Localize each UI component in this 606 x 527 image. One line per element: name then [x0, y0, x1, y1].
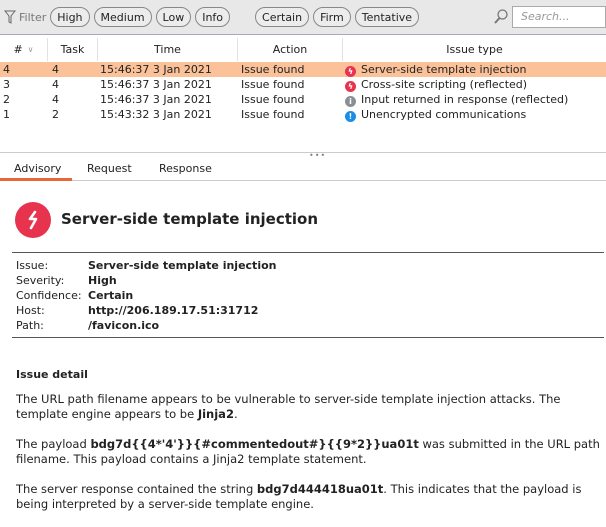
issue-detail-heading: Issue detail [16, 368, 88, 381]
row-task: 2 [52, 108, 59, 121]
row-action: Issue found [241, 78, 305, 91]
search-icon [494, 9, 508, 24]
issue-value: Server-side template injection [88, 259, 277, 272]
filter-label[interactable]: Filter [19, 11, 46, 24]
info-severity-icon: i [345, 95, 356, 107]
row-task: 4 [52, 63, 59, 76]
row-action: Issue found [241, 108, 305, 121]
row-time: 15:46:37 3 Jan 2021 [100, 63, 212, 76]
search-input[interactable]: Search... [512, 6, 606, 28]
detail-paragraph: The payload bdg7d{{4*'4'}}{#commentedout… [16, 436, 600, 467]
tab-request[interactable]: Request [87, 162, 132, 175]
row-num: 3 [3, 78, 10, 91]
host-label: Host: [16, 304, 45, 317]
severity-label: Severity: [16, 274, 65, 287]
row-issue-type: Input returned in response (reflected) [361, 92, 569, 106]
col-time[interactable]: Time [98, 38, 238, 61]
row-time: 15:46:37 3 Jan 2021 [100, 78, 212, 91]
chevron-down-icon: ∨ [27, 45, 34, 54]
issue-detail: Issue detail The URL path filename appea… [16, 367, 600, 527]
row-num: 4 [3, 63, 10, 76]
confidence-value: Certain [88, 289, 134, 302]
filter-info[interactable]: Info [195, 7, 231, 27]
col-num[interactable]: # ∨ [0, 38, 48, 61]
table-row[interactable]: 3 4 15:46:37 3 Jan 2021 Issue found ϟ Cro… [0, 77, 606, 92]
row-num: 2 [3, 93, 10, 106]
table-row[interactable]: 4 4 15:46:37 3 Jan 2021 Issue found ϟ Ser… [0, 62, 606, 77]
path-value: /favicon.ico [88, 319, 160, 332]
filter-firm[interactable]: Firm [313, 7, 351, 27]
high-severity-icon [15, 202, 51, 238]
tab-response[interactable]: Response [159, 162, 212, 175]
severity-value: High [88, 274, 117, 287]
row-issue-type: Server-side template injection [361, 62, 527, 76]
tab-advisory[interactable]: Advisory [14, 162, 61, 175]
path-label: Path: [16, 319, 44, 332]
row-action: Issue found [241, 63, 305, 76]
table-row[interactable]: 1 2 15:43:32 3 Jan 2021 Issue found ! Une… [0, 107, 606, 122]
confidence-label: Confidence: [16, 289, 82, 302]
filter-icon[interactable] [4, 10, 16, 24]
row-issue-type: Unencrypted communications [361, 107, 527, 121]
issue-label: Issue: [16, 259, 49, 272]
tab-bar: Advisory Request Response [0, 158, 606, 181]
high-severity-icon: ϟ [345, 80, 356, 92]
table-row[interactable]: 2 4 15:46:37 3 Jan 2021 Issue found i Inp… [0, 92, 606, 107]
row-time: 15:43:32 3 Jan 2021 [100, 108, 212, 121]
detail-paragraph: The URL path filename appears to be vuln… [16, 391, 561, 422]
table-header: # ∨ Task Time Action Issue type [0, 38, 606, 61]
active-tab-indicator [0, 178, 72, 181]
row-action: Issue found [241, 93, 305, 106]
row-issue-type: Cross-site scripting (reflected) [361, 77, 528, 91]
advisory-title: Server-side template injection [61, 210, 319, 228]
issue-summary: Issue: Server-side template injection Sev… [12, 252, 604, 338]
row-task: 4 [52, 93, 59, 106]
filter-high[interactable]: High [50, 7, 90, 27]
filter-tentative[interactable]: Tentative [354, 7, 420, 27]
detail-paragraph: The server response contained the string… [16, 481, 582, 512]
filter-low[interactable]: Low [155, 7, 192, 27]
filter-medium[interactable]: Medium [93, 7, 152, 27]
row-time: 15:46:37 3 Jan 2021 [100, 93, 212, 106]
row-num: 1 [3, 108, 10, 121]
split-divider[interactable] [0, 152, 606, 153]
row-task: 4 [52, 78, 59, 91]
col-issue-type[interactable]: Issue type [343, 38, 606, 61]
col-task[interactable]: Task [48, 38, 98, 61]
low-severity-icon: ! [345, 110, 356, 122]
high-severity-icon: ϟ [345, 65, 356, 77]
host-value: http://206.189.17.51:31712 [88, 304, 259, 317]
filter-certain[interactable]: Certain [255, 7, 310, 27]
col-action[interactable]: Action [238, 38, 343, 61]
